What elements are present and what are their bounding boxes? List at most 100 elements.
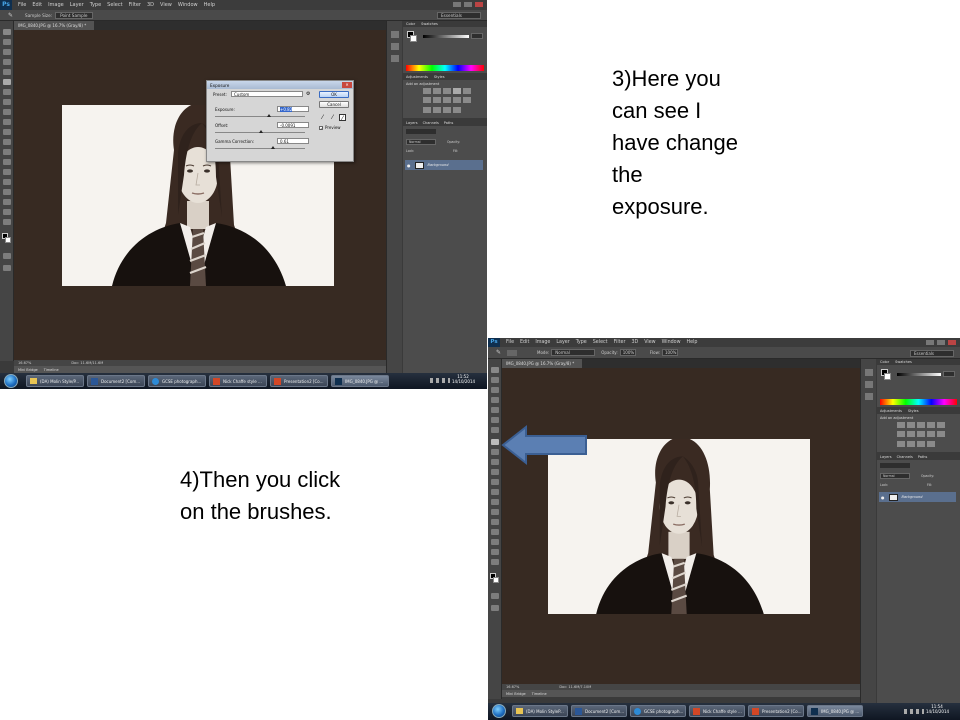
exposure-slider[interactable] (215, 114, 305, 117)
color-spectrum[interactable] (406, 65, 484, 71)
tab-channels[interactable]: Channels (423, 121, 439, 125)
taskbar-clock[interactable]: 11:54 14/10/2014 (926, 704, 949, 714)
brightness-adjustment-icon[interactable] (897, 422, 905, 428)
marquee-tool[interactable] (3, 39, 11, 45)
threshold-adjustment-icon[interactable] (917, 440, 925, 447)
dodge-tool[interactable] (491, 499, 499, 505)
zoom-tool[interactable] (491, 559, 499, 565)
taskbar-item-explorer[interactable]: (DA) Molin Style/P... (26, 375, 84, 387)
menu-window[interactable]: Window (178, 2, 198, 8)
cancel-button[interactable]: Cancel (319, 101, 349, 108)
screen-mode-button[interactable] (3, 265, 11, 271)
hand-tool[interactable] (3, 209, 11, 215)
menu-filter[interactable]: Filter (129, 2, 141, 8)
pen-tool[interactable] (491, 509, 499, 515)
background-color-swatch[interactable] (5, 237, 11, 243)
photo-filter-adjustment-icon[interactable] (927, 431, 935, 438)
taskbar-clock[interactable]: 11:52 14/10/2014 (452, 374, 475, 384)
tab-swatches[interactable]: Swatches (895, 360, 912, 364)
start-button[interactable] (492, 704, 506, 718)
gray-value-field[interactable] (471, 33, 483, 39)
taskbar-item-powerpoint-2[interactable]: Presentation2 [Co... (270, 375, 328, 387)
zoom-level[interactable]: 16.67% (18, 361, 31, 365)
brush-size-picker[interactable] (507, 349, 518, 356)
workspace-select[interactable]: Essentials (437, 12, 481, 19)
marquee-tool[interactable] (491, 377, 499, 383)
path-select-tool[interactable] (491, 529, 499, 535)
gamma-input[interactable]: 0.61 (277, 138, 309, 144)
history-brush-tool[interactable] (3, 119, 11, 125)
color-balance-adjustment-icon[interactable] (433, 97, 441, 104)
menu-layer[interactable]: Layer (556, 340, 569, 345)
threshold-adjustment-icon[interactable] (443, 106, 451, 113)
shape-tool[interactable] (3, 199, 11, 205)
menu-type[interactable]: Type (90, 2, 101, 8)
eyedropper-tool[interactable] (3, 79, 11, 85)
eraser-tool[interactable] (491, 469, 499, 475)
preset-select[interactable]: Custom (231, 91, 303, 97)
menu-filter[interactable]: Filter (614, 340, 626, 345)
blur-tool[interactable] (3, 149, 11, 155)
channel-mixer-adjustment-icon[interactable] (937, 431, 945, 438)
taskbar-item-photoshop[interactable]: IMG_0840.JPG @ ... (331, 375, 389, 387)
history-panel-icon[interactable] (865, 369, 873, 376)
taskbar-item-powerpoint-1[interactable]: Nick Chaffe style ... (689, 705, 745, 717)
dialog-close-button[interactable]: ✕ (342, 82, 352, 88)
tab-mini-bridge[interactable]: Mini Bridge (506, 692, 526, 696)
tab-channels[interactable]: Channels (897, 455, 913, 459)
taskbar-item-word[interactable]: Document2 [Com... (571, 705, 627, 717)
quick-select-tool[interactable] (491, 397, 499, 403)
quick-select-tool[interactable] (3, 59, 11, 65)
background-color-swatch[interactable] (493, 577, 499, 583)
gray-eyedropper-icon[interactable]: ⁄ (329, 114, 336, 121)
tab-adjustments[interactable]: Adjustments (880, 409, 902, 413)
workspace-select[interactable]: Essentials (910, 350, 954, 357)
menu-select[interactable]: Select (593, 340, 608, 345)
type-tool[interactable] (491, 519, 499, 525)
tab-styles[interactable]: Styles (434, 75, 445, 79)
brush-tool[interactable] (3, 99, 11, 105)
menu-edit[interactable]: Edit (32, 2, 42, 8)
black-white-adjustment-icon[interactable] (443, 97, 451, 104)
zoom-level[interactable]: 16.67% (506, 685, 519, 689)
photo-filter-adjustment-icon[interactable] (453, 97, 461, 104)
properties-panel-icon[interactable] (391, 43, 399, 50)
tab-paths[interactable]: Paths (444, 121, 454, 125)
zoom-tool[interactable] (3, 219, 11, 225)
preset-options-icon[interactable]: ⚙ (306, 91, 310, 97)
gradient-map-adjustment-icon[interactable] (453, 106, 461, 113)
taskbar-item-browser[interactable]: GCSE photograph... (630, 705, 686, 717)
menu-3d[interactable]: 3D (147, 2, 154, 8)
tab-swatches[interactable]: Swatches (421, 22, 438, 26)
color-bg-swatch[interactable] (410, 35, 417, 42)
ok-button[interactable]: OK (319, 91, 349, 98)
move-tool[interactable] (491, 367, 499, 373)
invert-adjustment-icon[interactable] (423, 106, 431, 113)
levels-adjustment-icon[interactable] (433, 88, 441, 94)
lasso-tool[interactable] (3, 49, 11, 55)
flow-input[interactable]: 100% (662, 349, 678, 356)
eraser-tool[interactable] (3, 129, 11, 135)
crop-tool[interactable] (491, 407, 499, 413)
exposure-input[interactable]: +0.82 (277, 106, 309, 112)
document-canvas[interactable] (502, 368, 860, 684)
history-brush-tool[interactable] (491, 459, 499, 465)
menu-help[interactable]: Help (204, 2, 215, 8)
exposure-adjustment-icon[interactable] (453, 88, 461, 94)
opacity-input[interactable]: 100% (619, 349, 636, 356)
dodge-tool[interactable] (3, 159, 11, 165)
tab-styles[interactable]: Styles (908, 409, 919, 413)
exposure-adjustment-icon[interactable] (927, 422, 935, 428)
gray-slider[interactable] (423, 35, 469, 38)
character-panel-icon[interactable] (865, 393, 873, 400)
color-bg-swatch[interactable] (884, 373, 891, 380)
preview-checkbox-box[interactable]: ✓ (319, 125, 323, 130)
visibility-eye-icon[interactable]: ● (881, 495, 885, 500)
hand-tool[interactable] (491, 549, 499, 555)
crop-tool[interactable] (3, 69, 11, 75)
layer-filter-field[interactable] (406, 129, 436, 134)
offset-slider[interactable] (215, 130, 305, 133)
channel-mixer-adjustment-icon[interactable] (463, 97, 471, 104)
tray-icons[interactable] (430, 378, 450, 383)
shape-tool[interactable] (491, 539, 499, 545)
